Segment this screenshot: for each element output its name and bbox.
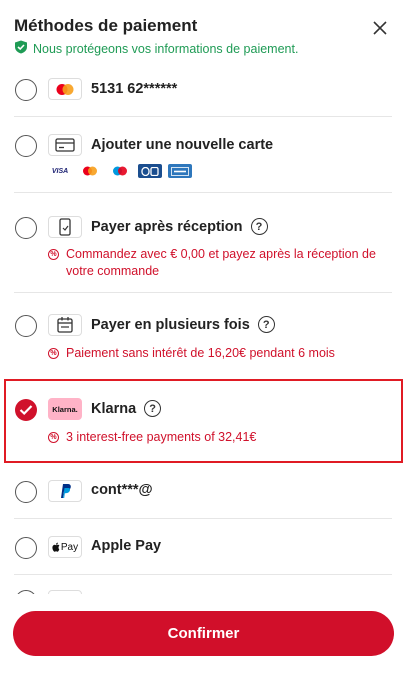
help-icon[interactable]: ? (144, 400, 162, 417)
cb-logo (138, 164, 162, 178)
option-label: Klarna ? (91, 400, 162, 417)
page-title: Méthodes de paiement (14, 16, 198, 35)
option-label-text: Payer en plusieurs fois (91, 316, 250, 333)
confirm-button[interactable]: Confirmer (13, 611, 394, 656)
shield-check-icon (14, 40, 28, 57)
protection-text: Nous protégeons vos informations de paie… (33, 41, 299, 56)
help-icon[interactable]: ? (257, 316, 275, 333)
percent-icon: % (48, 432, 59, 443)
option-note: % Commandez avec € 0,00 et payez après l… (48, 246, 388, 280)
apple-pay-icon: Pay (48, 536, 82, 558)
option-label: cont***@ (91, 482, 153, 498)
payment-option-icon (48, 590, 82, 594)
option-label-text: Payer après réception (91, 218, 243, 235)
divider (14, 292, 392, 293)
option-label-text: Klarna (91, 400, 137, 417)
radio-button[interactable] (15, 135, 37, 157)
amex-logo (168, 164, 192, 178)
selected-option-highlight (4, 379, 403, 463)
radio-button[interactable] (15, 481, 37, 503)
help-icon[interactable]: ? (250, 218, 268, 235)
header: Méthodes de paiement (14, 16, 392, 36)
credit-card-icon (48, 134, 82, 156)
close-icon[interactable] (372, 20, 388, 36)
radio-button[interactable] (15, 79, 37, 101)
visa-logo: VISA (51, 167, 69, 175)
percent-icon: % (48, 348, 59, 359)
calendar-icon (48, 314, 82, 336)
radio-button[interactable] (15, 537, 37, 559)
klarna-logo: Klarna. (48, 398, 82, 420)
option-label: Apple Pay (91, 538, 162, 554)
option-label: Payer après réception ? (91, 218, 268, 235)
payment-methods-list: 5131 62****** Ajouter une nouvelle carte… (0, 64, 406, 594)
radio-button[interactable] (15, 590, 37, 594)
option-note-text: Commandez avec € 0,00 et payez après la … (66, 247, 376, 278)
divider (14, 116, 392, 117)
mastercard-icon (48, 78, 82, 100)
divider (14, 518, 392, 519)
option-note-text: Paiement sans intérêt de 16,20€ pendant … (66, 346, 335, 360)
option-note: % 3 interest-free payments of 32,41€ (48, 429, 388, 446)
mastercard-logo (78, 164, 102, 178)
paypal-icon (48, 480, 82, 502)
option-label: 5131 62****** (91, 81, 178, 97)
option-note-text: 3 interest-free payments of 32,41€ (66, 430, 257, 444)
maestro-logo (108, 164, 132, 178)
radio-button[interactable] (15, 217, 37, 239)
delivery-pay-icon (48, 216, 82, 238)
radio-button[interactable] (15, 315, 37, 337)
option-label: Payer en plusieurs fois ? (91, 316, 275, 333)
percent-icon: % (48, 249, 59, 260)
option-label: Ajouter une nouvelle carte (91, 137, 274, 153)
protection-notice: Nous protégeons vos informations de paie… (14, 40, 298, 57)
option-note: % Paiement sans intérêt de 16,20€ pendan… (48, 345, 388, 362)
divider (14, 192, 392, 193)
radio-button-checked[interactable] (15, 399, 37, 421)
apple-pay-icon-text: Pay (60, 541, 79, 553)
divider (14, 574, 392, 575)
